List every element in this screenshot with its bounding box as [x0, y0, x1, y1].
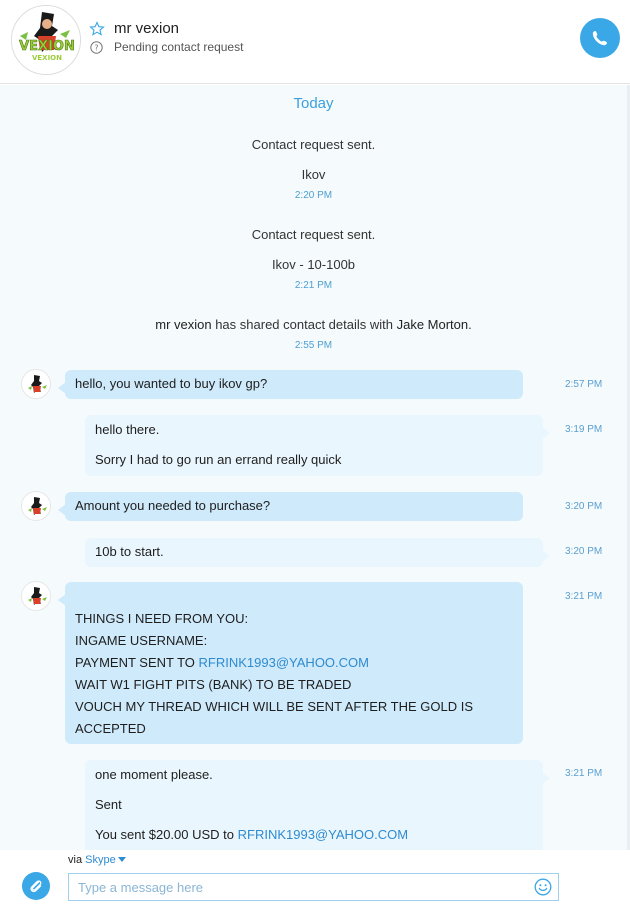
message-bubble[interactable]: THINGS I NEED FROM YOU: INGAME USERNAME:… [58, 582, 523, 744]
message-text: one moment please. [95, 767, 213, 782]
sender-avatar[interactable] [21, 581, 51, 611]
message-text: PAYMENT SENT TO RFRINK1993@YAHOO.COM [75, 655, 369, 670]
contact-avatar[interactable]: VEXION VEXION [11, 5, 81, 75]
caret-down-icon [117, 857, 126, 862]
message-time: 3:20 PM [565, 546, 603, 557]
share-event-time: 2:55 PM [294, 340, 333, 351]
message-text: WAIT W1 FIGHT PITS (BANK) TO BE TRADED [75, 677, 352, 692]
system-event-time: 2:20 PM [294, 190, 333, 201]
message-text: VOUCH MY THREAD WHICH WILL BE SENT AFTER… [75, 699, 474, 714]
contact-status: Pending contact request [114, 40, 244, 54]
attach-file-button[interactable] [22, 872, 50, 900]
conversation-header: VEXION VEXION mr vexion ? Pending contac… [0, 0, 630, 84]
message-text: INGAME USERNAME: [75, 633, 208, 648]
sender-avatar[interactable] [21, 369, 51, 399]
paperclip-icon [30, 880, 42, 893]
system-event-time: 2:21 PM [294, 280, 333, 291]
email-link[interactable]: RFRINK1993@YAHOO.COM [199, 655, 369, 670]
message-text: Amount you needed to purchase? [75, 498, 271, 513]
system-event-text: Contact request sent. [251, 227, 376, 242]
svg-text:VEXION: VEXION [32, 54, 62, 62]
message-text: THINGS I NEED FROM YOU: [75, 611, 249, 626]
share-event-text: mr vexion has shared contact details wit… [155, 317, 472, 332]
message-text: You sent $20.00 USD to RFRINK1993@YAHOO.… [95, 827, 409, 842]
svg-text:?: ? [94, 44, 98, 53]
message-input[interactable] [69, 874, 524, 900]
via-label: via Skype [68, 854, 126, 866]
message-bubble[interactable]: one moment please. Sent You sent $20.00 … [85, 760, 550, 850]
message-time: 3:21 PM [565, 591, 603, 602]
message-bubble[interactable]: hello there. Sorry I had to go run an er… [85, 415, 550, 476]
service-selector[interactable]: Skype [85, 854, 126, 866]
message-text: hello there. [95, 422, 160, 437]
message-input-box [68, 873, 559, 901]
message-bubble[interactable]: Amount you needed to purchase? [58, 492, 523, 521]
message-time: 3:20 PM [565, 501, 603, 512]
message-bubble[interactable]: hello, you wanted to buy ikov gp? [58, 370, 523, 399]
contact-name[interactable]: mr vexion [114, 20, 179, 37]
star-icon[interactable] [89, 21, 105, 37]
day-divider: Today [293, 95, 334, 112]
message-bubble[interactable]: 10b to start. [85, 538, 550, 567]
call-button[interactable] [580, 18, 620, 58]
message-text: Sorry I had to go run an errand really q… [95, 452, 342, 467]
composer-area: via Skype [0, 850, 630, 922]
phone-icon [592, 31, 607, 46]
email-link[interactable]: RFRINK1993@YAHOO.COM [238, 827, 408, 842]
chat-window: VEXION VEXION mr vexion ? Pending contac… [0, 0, 630, 922]
smiley-icon[interactable] [534, 878, 552, 896]
message-text: hello, you wanted to buy ikov gp? [75, 376, 268, 391]
system-event-text: Contact request sent. [251, 137, 376, 152]
message-history[interactable]: Today Contact request sent. Ikov 2:20 PM… [0, 85, 630, 850]
message-text: Sent [95, 797, 122, 812]
system-event-note: Ikov - 10-100b [271, 257, 356, 272]
message-time: 3:21 PM [565, 768, 603, 779]
help-icon: ? [90, 41, 103, 54]
message-time: 3:19 PM [565, 424, 603, 435]
sender-avatar[interactable] [21, 491, 51, 521]
message-text: 10b to start. [95, 544, 164, 559]
svg-text:VEXION: VEXION [19, 39, 75, 54]
message-time: 2:57 PM [565, 379, 603, 390]
system-event-note: Ikov [301, 167, 326, 182]
message-text: ACCEPTED [75, 721, 146, 736]
